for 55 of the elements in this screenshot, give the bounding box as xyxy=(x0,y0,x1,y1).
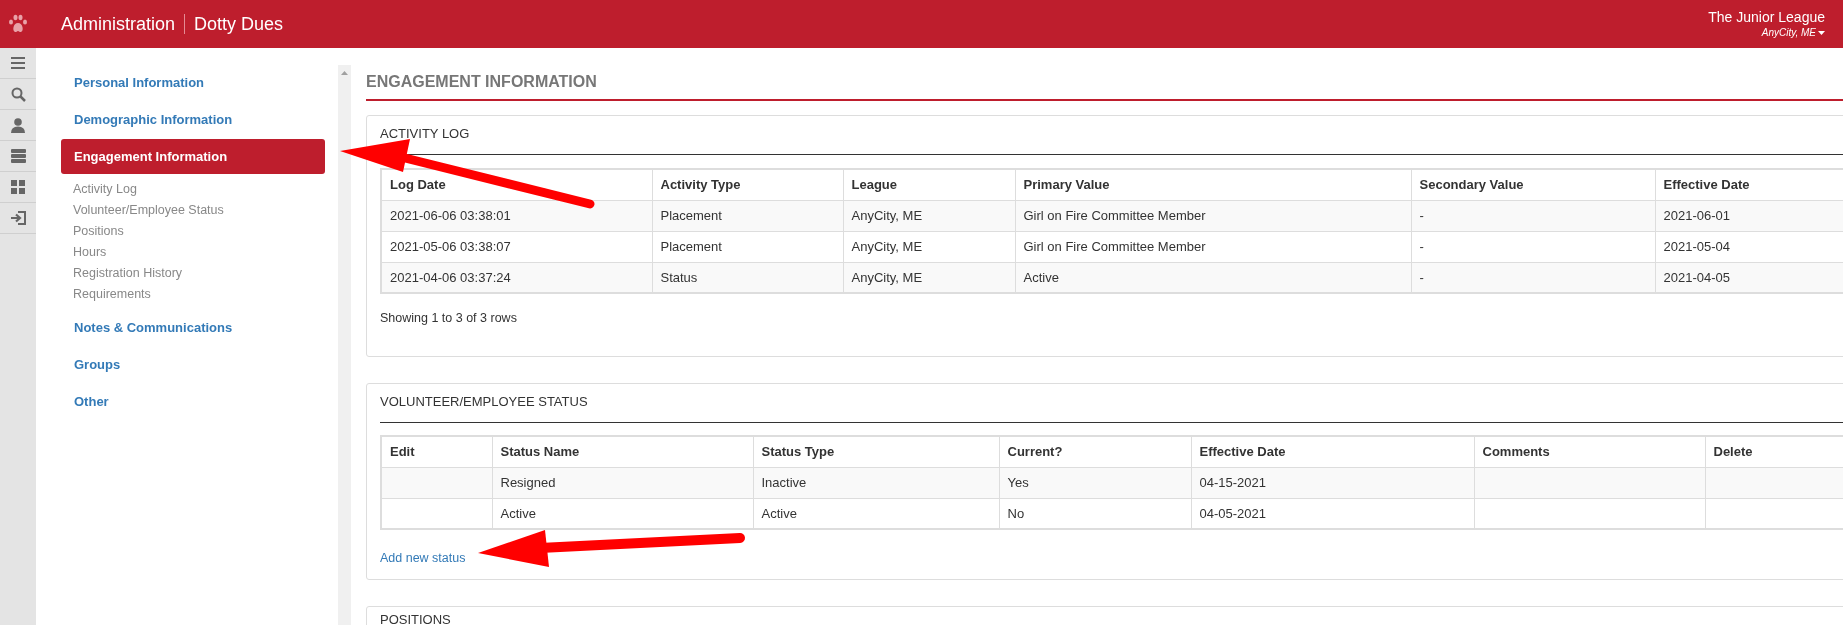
location-dropdown[interactable]: AnyCity, ME xyxy=(1761,26,1825,39)
table-cell: AnyCity, ME xyxy=(843,231,1015,262)
menu-icon[interactable] xyxy=(11,57,25,69)
table-cell: Inactive xyxy=(753,467,999,498)
page-title: ENGAGEMENT INFORMATION xyxy=(366,72,1843,101)
table-cell: 2021-06-06 03:38:01 xyxy=(381,200,652,231)
sidebar-subitem[interactable]: Hours xyxy=(73,242,325,263)
column-header: Primary Value xyxy=(1015,169,1411,200)
caret-icon xyxy=(1818,30,1825,35)
organization-name: The Junior League xyxy=(1708,9,1825,27)
logout-icon[interactable] xyxy=(10,211,26,225)
section-title: Administration xyxy=(61,12,176,36)
table-cell: - xyxy=(1411,200,1655,231)
sidebar-subitem[interactable]: Activity Log xyxy=(73,179,325,200)
sidebar-item[interactable]: Demographic Information xyxy=(61,102,325,137)
column-header: Activity Type xyxy=(652,169,843,200)
table-cell: Girl on Fire Committee Member xyxy=(1015,231,1411,262)
column-header: Log Date xyxy=(381,169,652,200)
server-icon[interactable] xyxy=(10,149,26,163)
table-cell: Yes xyxy=(999,467,1191,498)
scrollbar[interactable] xyxy=(338,65,351,625)
pagination-info: Showing 1 to 3 of 3 rows xyxy=(380,310,518,326)
paw-icon[interactable] xyxy=(8,14,28,34)
table-cell: AnyCity, ME xyxy=(843,200,1015,231)
column-header: Effective Date xyxy=(1191,436,1474,467)
sidebar-subitem[interactable]: Volunteer/Employee Status xyxy=(73,200,325,221)
table-cell: Resigned xyxy=(492,467,753,498)
table-cell: Girl on Fire Committee Member xyxy=(1015,200,1411,231)
sidebar-subitem[interactable]: Positions xyxy=(73,221,325,242)
column-header: Edit xyxy=(381,436,492,467)
sidebar-item[interactable]: Notes & Communications xyxy=(61,310,325,345)
table-cell: Placement xyxy=(652,200,843,231)
app-name: Dotty Dues xyxy=(194,12,284,36)
panel-title: POSITIONS xyxy=(380,612,452,625)
user-icon[interactable] xyxy=(11,117,25,133)
table-cell: - xyxy=(1411,231,1655,262)
search-icon[interactable] xyxy=(10,86,26,102)
table-cell: 2021-05-06 03:38:07 xyxy=(381,231,652,262)
column-header: Status Name xyxy=(492,436,753,467)
sidebar-item[interactable]: Engagement Information xyxy=(61,139,325,174)
column-header: Status Type xyxy=(753,436,999,467)
column-header: Current? xyxy=(999,436,1191,467)
column-header: League xyxy=(843,169,1015,200)
sidebar-item[interactable]: Personal Information xyxy=(61,65,325,100)
sidebar-item[interactable]: Other xyxy=(61,384,325,419)
column-header: Secondary Value xyxy=(1411,169,1655,200)
column-header: Comments xyxy=(1474,436,1705,467)
add-status-link[interactable]: Add new status xyxy=(380,550,1843,566)
sidebar-item[interactable]: Groups xyxy=(61,347,325,382)
sidebar-subitem[interactable]: Registration History xyxy=(73,263,325,284)
table-cell: Placement xyxy=(652,231,843,262)
sidebar-subitem[interactable]: Requirements xyxy=(73,284,325,305)
grid-icon[interactable] xyxy=(11,180,25,194)
table-cell: 04-15-2021 xyxy=(1191,467,1474,498)
panel-title: VOLUNTEER/EMPLOYEE STATUS xyxy=(380,394,1843,423)
